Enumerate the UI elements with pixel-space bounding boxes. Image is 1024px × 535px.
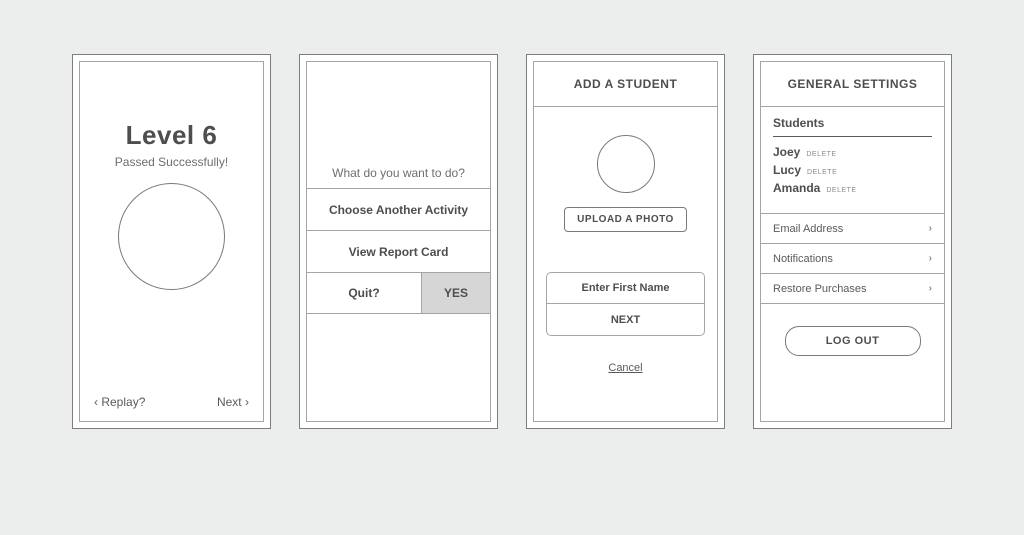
student-row: Lucy DELETE xyxy=(773,161,932,179)
avatar-placeholder xyxy=(597,135,655,193)
delete-student-button[interactable]: DELETE xyxy=(807,169,837,176)
replay-button[interactable]: ‹ Replay? xyxy=(94,395,145,409)
first-name-input[interactable]: Enter First Name xyxy=(546,272,705,304)
delete-student-button[interactable]: DELETE xyxy=(806,151,836,158)
screen-general-settings: GENERAL SETTINGS Students Joey DELETE Lu… xyxy=(753,54,952,429)
student-row: Joey DELETE xyxy=(773,143,932,161)
screen-action-menu: What do you want to do? Choose Another A… xyxy=(299,54,498,429)
chevron-right-icon: › xyxy=(929,283,932,294)
log-out-button[interactable]: LOG OUT xyxy=(785,326,921,356)
students-section-label: Students xyxy=(773,107,932,136)
level-title: Level 6 xyxy=(126,120,218,151)
prompt-text: What do you want to do? xyxy=(332,166,465,180)
email-address-item[interactable]: Email Address › xyxy=(761,214,944,244)
upload-photo-button[interactable]: UPLOAD A PHOTO xyxy=(564,207,687,232)
chevron-right-icon: › xyxy=(929,223,932,234)
quit-yes-button[interactable]: YES xyxy=(422,273,490,313)
menu-item-label: Restore Purchases xyxy=(773,283,867,295)
student-row: Amanda DELETE xyxy=(773,179,932,197)
next-button[interactable]: Next › xyxy=(217,395,249,409)
level-subtitle: Passed Successfully! xyxy=(115,155,228,169)
chevron-left-icon: ‹ xyxy=(94,395,98,409)
chevron-right-icon: › xyxy=(929,253,932,264)
page-title: GENERAL SETTINGS xyxy=(788,62,918,106)
choose-activity-button[interactable]: Choose Another Activity xyxy=(307,188,490,230)
chevron-right-icon: › xyxy=(245,395,249,409)
screen-add-student: ADD A STUDENT UPLOAD A PHOTO Enter First… xyxy=(526,54,725,429)
quit-label: Quit? xyxy=(307,273,422,313)
menu-item-label: Notifications xyxy=(773,253,833,265)
next-button[interactable]: NEXT xyxy=(546,304,705,336)
student-name: Joey xyxy=(773,145,800,159)
student-name: Lucy xyxy=(773,163,801,177)
result-graphic-placeholder xyxy=(118,183,225,290)
menu-item-label: Email Address xyxy=(773,223,843,235)
screen-level-passed: Level 6 Passed Successfully! ‹ Replay? N… xyxy=(72,54,271,429)
delete-student-button[interactable]: DELETE xyxy=(826,187,856,194)
notifications-item[interactable]: Notifications › xyxy=(761,244,944,274)
divider xyxy=(773,136,932,137)
restore-purchases-item[interactable]: Restore Purchases › xyxy=(761,274,944,304)
page-title: ADD A STUDENT xyxy=(574,62,678,106)
cancel-link[interactable]: Cancel xyxy=(608,362,642,374)
student-name: Amanda xyxy=(773,181,820,195)
view-report-button[interactable]: View Report Card xyxy=(307,230,490,272)
